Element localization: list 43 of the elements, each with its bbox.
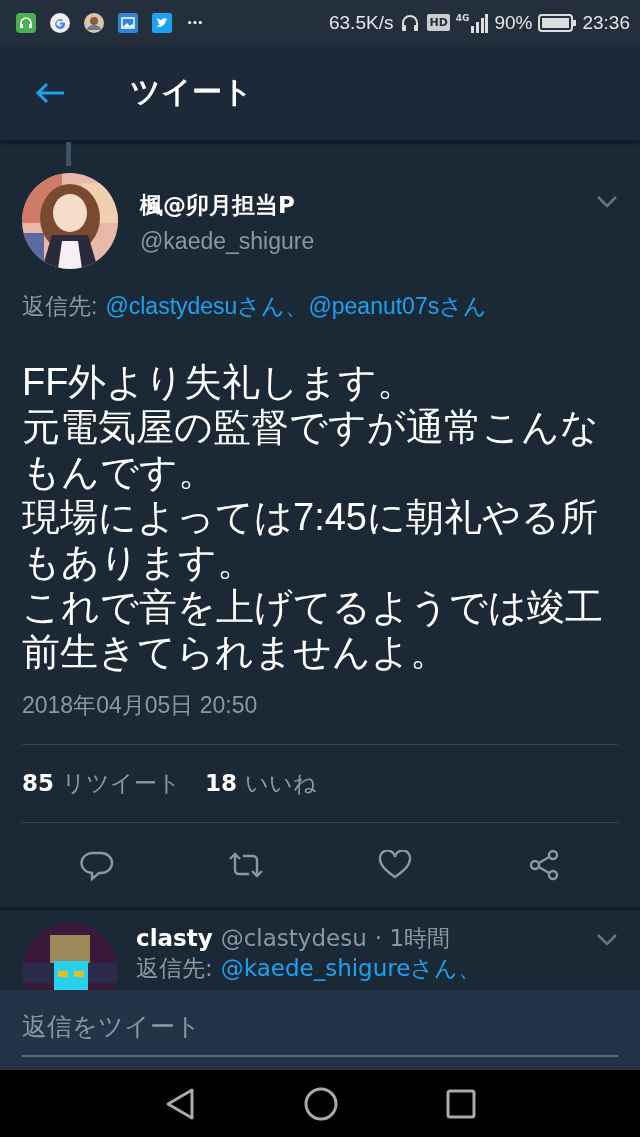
tweet-text: これで音を上げてるようでは竣工前生きてられませんよ。	[22, 585, 604, 675]
tweet-text: FF外より失礼します。	[22, 360, 417, 405]
reply-icon[interactable]	[79, 849, 114, 881]
signal-icon	[470, 12, 489, 33]
display-name[interactable]: clasty	[136, 925, 213, 951]
battery-percent: 90%	[494, 11, 533, 34]
stat-label[interactable]: いいね	[245, 770, 318, 796]
back-icon[interactable]	[164, 1086, 196, 1121]
chevron-down-icon[interactable]	[596, 933, 618, 947]
mention-link[interactable]: @peanut07sさん	[308, 293, 488, 319]
heart-icon[interactable]	[377, 850, 412, 880]
stat-count: 18	[205, 770, 238, 796]
chevron-down-icon[interactable]	[596, 195, 618, 209]
reply-to-label: 返信先:	[22, 293, 98, 319]
post-age: · 1時間	[374, 925, 451, 951]
avatar-icon	[84, 12, 104, 33]
stat-label[interactable]: リツイート	[62, 770, 181, 796]
recent-apps-icon[interactable]	[446, 1088, 476, 1119]
clock: 23:36	[582, 11, 630, 34]
timestamp: 2018年04月05日 20:50	[22, 691, 259, 720]
user-handle[interactable]: @clastydesu	[220, 925, 367, 951]
battery-icon	[538, 12, 577, 33]
reply-field[interactable]: 返信をツイート	[0, 990, 640, 1070]
bird-icon	[152, 12, 172, 33]
mention-link[interactable]: @kaede_shigureさん、	[220, 955, 482, 981]
headset-icon	[16, 12, 36, 33]
reply-to-label: 返信先:	[136, 955, 213, 981]
mention-link[interactable]: @clastydesuさん	[105, 293, 286, 319]
back-arrow-icon[interactable]	[34, 80, 66, 105]
home-icon[interactable]	[304, 1086, 338, 1121]
separator: 、	[285, 293, 309, 319]
gallery-icon	[118, 12, 138, 33]
display-name[interactable]: 楓@卯月担当P	[140, 189, 596, 221]
more-icon	[186, 20, 204, 25]
network-speed: 63.5K/s	[329, 11, 394, 34]
google-icon	[50, 12, 70, 33]
stat-count: 85	[22, 770, 54, 796]
user-handle[interactable]: @kaede_shigure	[140, 221, 596, 261]
tweet-text: 現場によっては7:45に朝礼やる所もあります。	[22, 495, 599, 585]
page-title: ツイート	[130, 73, 253, 111]
network-type: 4G	[455, 12, 470, 23]
tweet-text: 元電気屋の監督ですが通常こんなもんです。	[22, 405, 600, 495]
hd-badge: HD	[427, 14, 450, 31]
